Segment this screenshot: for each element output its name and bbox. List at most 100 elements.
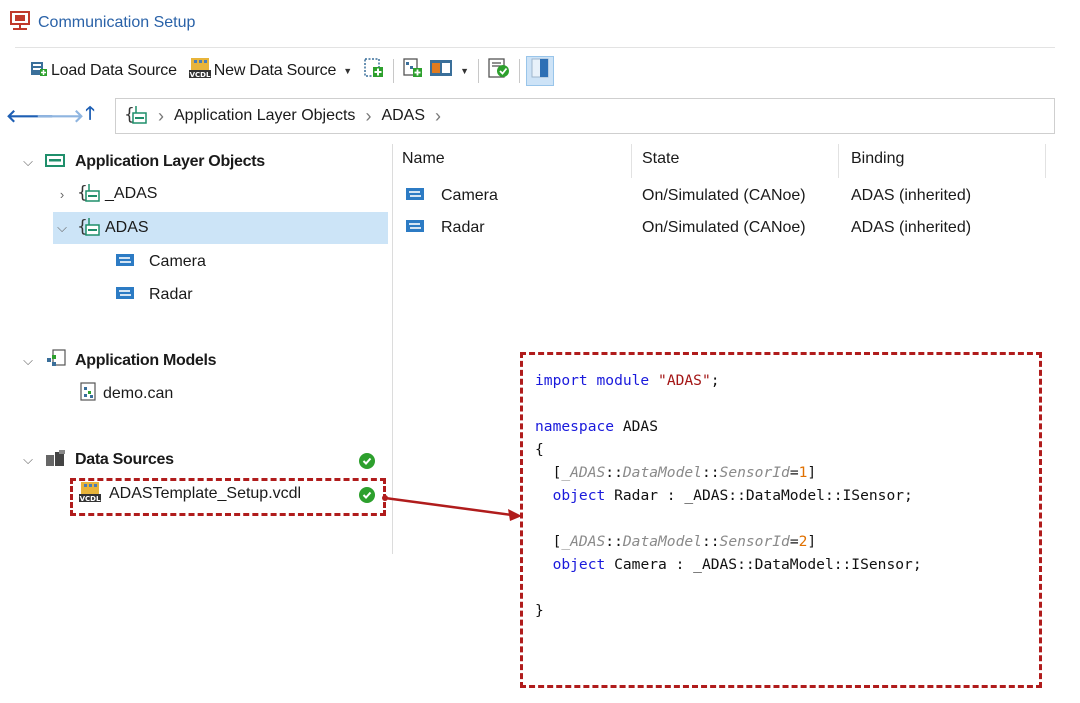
split-panel-icon (530, 57, 550, 84)
forward-arrow-icon[interactable]: 🡒 (36, 101, 84, 131)
tree-item-application-layer-objects[interactable]: ⌵ Application Layer Objects (19, 146, 265, 178)
tree-item-adas[interactable]: ⌵ { ADAS (53, 212, 388, 244)
toggle-panel-button[interactable] (526, 55, 555, 86)
load-data-source-icon (30, 59, 48, 82)
tree-label: Data Sources (75, 451, 174, 468)
code-text: :: (701, 533, 720, 550)
application-models-icon (45, 348, 67, 374)
code-string: "ADAS" (658, 372, 711, 389)
tree-label: Camera (149, 253, 206, 270)
toolbar: Load Data Source VCDL New Data Source ▼ (15, 47, 1055, 93)
toolbar-separator (393, 58, 395, 83)
code-keyword: import module (535, 372, 650, 389)
code-text: [ (535, 533, 562, 550)
can-file-icon (79, 381, 99, 407)
tree-item-demo-can[interactable]: demo.can (79, 378, 173, 410)
vcdl-file-icon: VCDL (188, 58, 211, 83)
namespace-icon: { (77, 216, 101, 241)
code-keyword: object (535, 556, 606, 573)
up-arrow-icon[interactable]: 🡑 (75, 101, 105, 131)
add-model-button[interactable] (400, 56, 426, 86)
column-divider[interactable] (1045, 144, 1046, 178)
code-text: [ (535, 464, 562, 481)
panel-options-button[interactable]: ▼ (426, 56, 472, 86)
code-attr: _ADAS (561, 533, 606, 550)
sensor-object-icon (115, 252, 135, 273)
data-sources-icon (45, 449, 67, 472)
add-object-button[interactable] (361, 56, 387, 86)
chevron-down-icon[interactable]: ⌵ (53, 220, 71, 236)
tree-item-underscore-adas[interactable]: › { _ADAS (53, 178, 158, 210)
vcdl-code-callout: import module "ADAS"; namespace ADAS { [… (520, 352, 1042, 688)
tree-item-camera[interactable]: Camera (115, 246, 206, 278)
cell-binding: ADAS (inherited) (851, 219, 972, 236)
column-header-name[interactable]: Name (402, 150, 445, 174)
code-text: Radar : _ADAS::DataModel::ISensor; (605, 487, 913, 504)
sensor-object-icon (405, 186, 425, 207)
add-model-icon (403, 58, 423, 83)
cell-name: Radar (441, 219, 485, 236)
communication-setup-icon (10, 10, 30, 36)
breadcrumb-item[interactable]: ADAS (381, 107, 425, 125)
code-text: ADAS (614, 418, 659, 435)
chevron-down-icon[interactable]: ⌵ (19, 353, 37, 369)
toolbar-separator (519, 58, 521, 83)
tree-label: demo.can (103, 385, 174, 402)
panel-options-icon (429, 58, 453, 83)
svg-text:VCDL: VCDL (189, 71, 210, 78)
code-text: :: (605, 533, 623, 550)
code-text: :: (605, 464, 623, 481)
tree-label: _ADAS (105, 185, 158, 202)
callout-arrow (382, 495, 522, 521)
code-attr: _ADAS (561, 464, 606, 481)
cell-state: On/Simulated (CANoe) (642, 187, 806, 204)
toolbar-separator (478, 58, 480, 83)
load-data-source-label: Load Data Source (51, 61, 177, 79)
column-header-state[interactable]: State (642, 150, 679, 174)
chevron-down-icon[interactable]: ⌵ (19, 452, 37, 468)
column-divider[interactable] (631, 144, 632, 178)
code-attr: DataModel (622, 533, 702, 550)
code-text: = (789, 464, 799, 481)
chevron-down-icon[interactable]: ▼ (460, 66, 469, 76)
tree-item-radar[interactable]: Radar (115, 279, 193, 311)
chevron-down-icon[interactable]: ▼ (343, 66, 352, 76)
new-data-source-button[interactable]: VCDL New Data Source ▼ (186, 56, 355, 86)
code-text: Camera : _ADAS::DataModel::ISensor; (605, 556, 922, 573)
code-attr: SensorId (719, 533, 790, 550)
tree-item-data-sources[interactable]: ⌵ Data Sources (19, 444, 391, 476)
tree-label: Application Layer Objects (75, 153, 265, 170)
code-keyword: object (535, 487, 606, 504)
object-list: Name State Binding Camera On/Simulated (… (393, 144, 1055, 264)
breadcrumb-separator: › (365, 105, 372, 126)
tree-label: Radar (149, 286, 193, 303)
namespace-icon: { (77, 182, 101, 207)
cell-name: Camera (441, 187, 498, 204)
chevron-down-icon[interactable]: ⌵ (19, 154, 37, 170)
code-keyword: namespace (535, 418, 615, 435)
code-text: } (535, 602, 544, 619)
table-row[interactable]: Radar On/Simulated (CANoe) ADAS (inherit… (393, 212, 1055, 244)
window-title-bar: Communication Setup (10, 10, 195, 36)
breadcrumb-separator[interactable]: › (435, 106, 441, 127)
validate-button[interactable] (485, 56, 513, 86)
column-header-binding[interactable]: Binding (851, 150, 904, 174)
namespace-icon: { (124, 104, 148, 129)
breadcrumb-item[interactable]: Application Layer Objects (174, 107, 355, 125)
tree-item-application-models[interactable]: ⌵ Application Models (19, 345, 217, 377)
code-text: ] (807, 464, 817, 481)
code-listing: import module "ADAS"; namespace ADAS { [… (535, 369, 1039, 622)
cell-state: On/Simulated (CANoe) (642, 219, 806, 236)
column-divider[interactable] (838, 144, 839, 178)
breadcrumb[interactable]: { › Application Layer Objects › ADAS › (115, 98, 1055, 134)
application-layer-icon (45, 152, 65, 173)
new-data-source-label: New Data Source (213, 61, 337, 79)
load-data-source-button[interactable]: Load Data Source (27, 56, 180, 86)
breadcrumb-separator: › (158, 105, 164, 126)
chevron-right-icon[interactable]: › (53, 187, 71, 202)
window-title: Communication Setup (38, 14, 196, 31)
code-text: = (789, 533, 799, 550)
table-row[interactable]: Camera On/Simulated (CANoe) ADAS (inheri… (393, 180, 1055, 212)
highlight-box (70, 478, 386, 516)
validate-icon (488, 58, 510, 83)
